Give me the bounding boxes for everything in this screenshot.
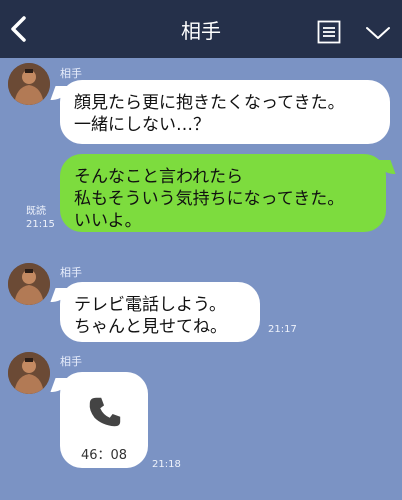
- call-duration: 46：08: [80, 448, 128, 463]
- sender-name: 相手: [60, 67, 82, 80]
- person-avatar-icon: [8, 263, 50, 305]
- chevron-down-icon[interactable]: [364, 24, 392, 42]
- avatar[interactable]: [8, 63, 50, 105]
- message-bubble-received[interactable]: 顔見たら更に抱きたくなってきた。 一緒にしない…？: [60, 80, 390, 144]
- person-avatar-icon: [8, 63, 50, 105]
- chat-title: 相手: [181, 19, 221, 43]
- person-avatar-icon: [8, 352, 50, 394]
- sender-name: 相手: [60, 266, 82, 279]
- message-time: 21:15: [26, 219, 55, 230]
- list-icon[interactable]: [317, 20, 341, 44]
- call-bubble[interactable]: 46：08: [60, 372, 148, 468]
- sender-name: 相手: [60, 355, 82, 368]
- message-bubble-received[interactable]: テレビ電話しよう。 ちゃんと見せてね。: [60, 282, 260, 342]
- avatar[interactable]: [8, 263, 50, 305]
- message-time: 21:18: [152, 459, 181, 470]
- message-bubble-sent[interactable]: そんなこと言われたら 私もそういう気持ちになってきた。 いいよ。: [60, 154, 386, 232]
- read-receipt: 既読: [26, 206, 46, 217]
- phone-icon: [89, 397, 121, 427]
- message-time: 21:17: [268, 324, 297, 335]
- avatar[interactable]: [8, 352, 50, 394]
- chat-header: 相手: [0, 0, 402, 58]
